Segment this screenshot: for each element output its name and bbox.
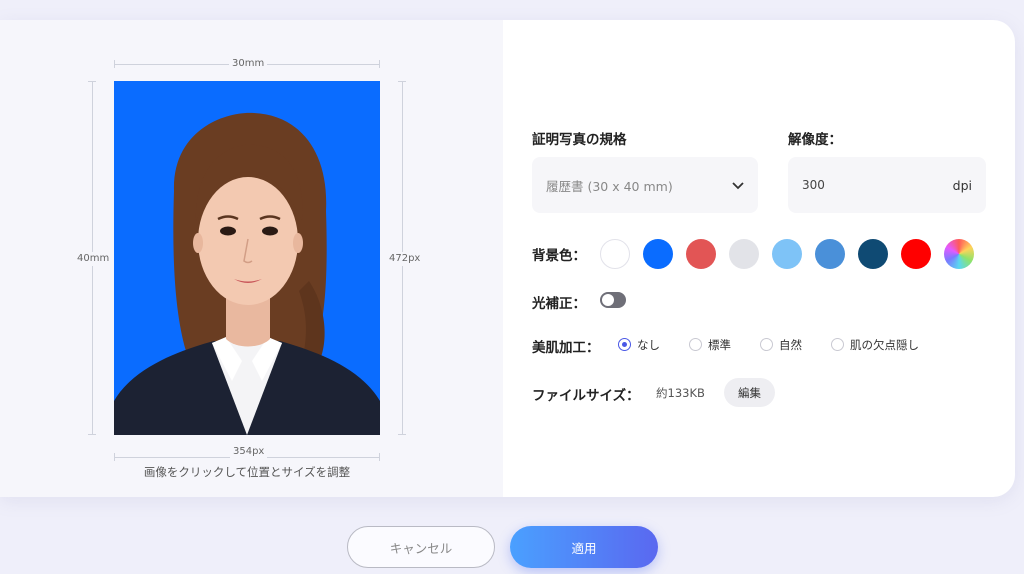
beauty-option-none[interactable] <box>618 338 631 351</box>
swatch-white[interactable] <box>600 239 630 269</box>
swatch-navy[interactable] <box>858 239 888 269</box>
light-correction-toggle[interactable] <box>600 292 626 308</box>
custom-color-picker[interactable] <box>944 239 974 269</box>
resolution-unit: dpi <box>952 177 972 193</box>
swatch-sky-blue[interactable] <box>772 239 802 269</box>
swatch-red[interactable] <box>686 239 716 269</box>
filesize-label: ファイルサイズ： <box>532 388 640 404</box>
filesize-value: 約133KB <box>656 386 705 400</box>
cancel-button[interactable]: キャンセル <box>347 526 495 568</box>
spec-select[interactable]: 履歴書 (30 x 40 mm) <box>532 157 758 213</box>
swatch-medium-blue[interactable] <box>815 239 845 269</box>
light-correction-label: 光補正： <box>532 296 586 312</box>
width-mm-label: 30mm <box>229 57 268 71</box>
background-color-label: 背景色： <box>532 248 586 264</box>
chevron-down-icon <box>732 178 744 193</box>
height-mm-label: 40mm <box>74 252 113 266</box>
adjust-hint: 画像をクリックして位置とサイズを調整 <box>143 465 351 479</box>
resolution-value: 300 <box>802 178 825 192</box>
swatch-bright-red[interactable] <box>901 239 931 269</box>
spec-select-value: 履歴書 (30 x 40 mm) <box>546 178 673 194</box>
resolution-label: 解像度： <box>788 132 842 148</box>
width-px-label: 354px <box>230 445 268 459</box>
beauty-option-natural[interactable] <box>760 338 773 351</box>
height-px-label: 472px <box>386 252 424 266</box>
swatch-light-gray[interactable] <box>729 239 759 269</box>
beauty-option-standard[interactable] <box>689 338 702 351</box>
preview-pane: 30mm 40mm 472px 354px 画像をクリックして位置とサイズを調整 <box>0 20 503 497</box>
apply-button[interactable]: 適用 <box>510 526 658 568</box>
spec-label: 証明写真の規格 <box>532 132 627 148</box>
edit-button[interactable]: 編集 <box>724 378 775 407</box>
resolution-input[interactable]: 300 dpi <box>788 157 986 213</box>
beauty-option-standard-label: 標準 <box>708 338 731 352</box>
swatch-blue[interactable] <box>643 239 673 269</box>
beauty-option-blemish[interactable] <box>831 338 844 351</box>
beauty-option-natural-label: 自然 <box>779 338 802 352</box>
portrait-image <box>114 112 380 435</box>
beauty-option-blemish-label: 肌の欠点隠し <box>850 338 919 352</box>
beauty-label: 美肌加工： <box>532 340 600 356</box>
beauty-option-none-label: なし <box>637 338 660 352</box>
toggle-knob <box>602 294 614 306</box>
id-photo-preview[interactable] <box>114 81 380 435</box>
